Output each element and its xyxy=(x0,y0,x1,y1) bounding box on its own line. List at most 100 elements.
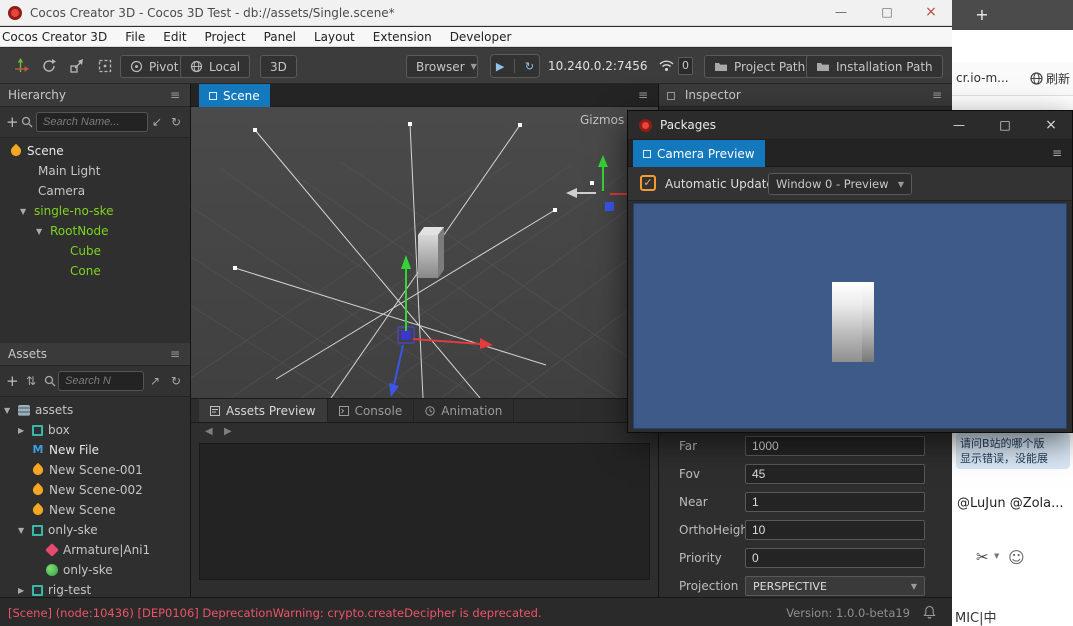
rect-tool-button[interactable] xyxy=(92,54,117,78)
hierarchy-menu-icon[interactable]: ≡ xyxy=(170,84,180,106)
window-select-value: Window 0 - Preview xyxy=(776,177,889,191)
folder-icon xyxy=(715,63,727,71)
refresh-link[interactable]: 刷新 xyxy=(1030,70,1070,87)
expander-icon[interactable]: ▼ xyxy=(18,526,32,535)
asset-item-new-file[interactable]: New File xyxy=(0,440,190,460)
fov-input[interactable] xyxy=(745,464,925,484)
assets-menu-icon[interactable]: ≡ xyxy=(170,343,180,365)
hierarchy-item-cone[interactable]: Cone xyxy=(0,261,190,281)
chat-message: 请问B站的哪个版 显示错误，没能展 xyxy=(956,433,1070,469)
new-tab-button[interactable]: + xyxy=(970,3,994,27)
refresh-icon[interactable]: ↻ xyxy=(171,114,181,130)
refresh-icon[interactable]: ↻ xyxy=(171,373,181,389)
scene-tab-label: Scene xyxy=(223,88,260,103)
pivot-button[interactable]: Pivot xyxy=(120,55,189,78)
minimize-button[interactable]: — xyxy=(826,0,856,25)
asset-item-new-scene-001[interactable]: New Scene-001 xyxy=(0,460,190,480)
asset-item-only-ske-prefab[interactable]: only-ske xyxy=(0,560,190,580)
camera-properties: Far Fov Near OrthoHeight Priority xyxy=(659,432,952,597)
asset-item-new-scene-002[interactable]: New Scene-002 xyxy=(0,480,190,500)
emoji-icon[interactable]: ☺ xyxy=(1008,548,1025,567)
inspector-menu-icon[interactable]: ≡ xyxy=(932,84,942,106)
mentions-text[interactable]: @LuJun @Zola... xyxy=(957,496,1072,511)
asset-item-assets-root[interactable]: ▼ assets xyxy=(0,400,190,420)
priority-input[interactable] xyxy=(745,548,925,568)
add-node-button[interactable]: + xyxy=(6,113,19,131)
packages-minimize-button[interactable]: — xyxy=(944,111,974,140)
packages-close-button[interactable]: × xyxy=(1036,111,1066,140)
reload-icon[interactable]: ↻ xyxy=(525,60,534,73)
asset-item-rig-test[interactable]: ▶ rig-test xyxy=(0,580,190,597)
asset-label: New Scene-002 xyxy=(49,483,143,497)
scissors-icon[interactable]: ✂ xyxy=(976,548,989,566)
field-orthoheight: OrthoHeight xyxy=(659,516,952,544)
notification-bell-icon[interactable] xyxy=(923,605,936,619)
project-path-button[interactable]: Project Path xyxy=(704,55,816,78)
tab-camera-preview[interactable]: Camera Preview xyxy=(633,140,765,167)
sort-icon[interactable]: ⇅ xyxy=(26,373,36,389)
hierarchy-item-rootnode[interactable]: ▼ RootNode xyxy=(0,221,190,241)
far-input[interactable] xyxy=(745,436,925,456)
tab-scene[interactable]: Scene xyxy=(199,84,270,107)
window-select-dropdown[interactable]: Window 0 - Preview ▼ xyxy=(768,173,912,195)
packages-maximize-button[interactable]: □ xyxy=(990,111,1020,140)
next-arrow-icon[interactable]: ▶ xyxy=(224,426,232,437)
packages-titlebar[interactable]: Packages — □ × xyxy=(628,111,1072,140)
hierarchy-item-cube[interactable]: Cube xyxy=(0,241,190,261)
hierarchy-search-input[interactable] xyxy=(36,112,148,132)
hierarchy-item-scene[interactable]: Scene xyxy=(0,141,190,161)
menu-file[interactable]: File xyxy=(116,30,154,44)
menu-panel[interactable]: Panel xyxy=(255,30,305,44)
collapse-all-icon[interactable]: ↙ xyxy=(152,114,162,130)
browser-dropdown[interactable]: Browser ▼ xyxy=(406,55,478,78)
hierarchy-item-main-light[interactable]: Main Light xyxy=(0,161,190,181)
expander-icon[interactable]: ▶ xyxy=(18,586,32,595)
mesh-icon xyxy=(32,524,43,536)
scene-3d-canvas[interactable] xyxy=(191,107,658,398)
installation-path-button[interactable]: Installation Path xyxy=(806,55,943,78)
hierarchy-item-single-no-ske[interactable]: ▼ single-no-ske xyxy=(0,201,190,221)
menu-developer[interactable]: Developer xyxy=(441,30,521,44)
menu-project[interactable]: Project xyxy=(196,30,255,44)
asset-item-new-scene[interactable]: New Scene xyxy=(0,500,190,520)
scale-tool-button[interactable] xyxy=(64,54,89,78)
menu-extension[interactable]: Extension xyxy=(364,30,441,44)
menu-cocos-creator[interactable]: Cocos Creator 3D xyxy=(0,30,116,44)
projection-select[interactable]: PERSPECTIVE ▼ xyxy=(745,576,925,596)
hierarchy-header: Hierarchy ≡ xyxy=(0,84,190,107)
expander-icon[interactable]: ▶ xyxy=(18,426,32,435)
inspector-icon xyxy=(667,91,675,100)
expand-all-icon[interactable]: ↗ xyxy=(150,373,160,389)
mode-3d-button[interactable]: 3D xyxy=(260,55,297,78)
prev-arrow-icon[interactable]: ◀ xyxy=(205,426,213,437)
assets-search-input[interactable] xyxy=(58,371,144,391)
play-icon[interactable]: ▶ xyxy=(496,60,504,73)
packages-menu-icon[interactable]: ≡ xyxy=(1052,140,1062,167)
asset-item-armature-ani1[interactable]: Armature|Ani1 xyxy=(0,540,190,560)
menu-edit[interactable]: Edit xyxy=(154,30,195,44)
expander-icon[interactable]: ▼ xyxy=(36,227,50,236)
tab-assets-preview[interactable]: Assets Preview xyxy=(199,399,328,422)
auto-updates-checkbox[interactable]: ✓ xyxy=(640,175,656,191)
move-tool-button[interactable] xyxy=(8,54,33,78)
asset-item-box[interactable]: ▶ box xyxy=(0,420,190,440)
hierarchy-item-camera[interactable]: Camera xyxy=(0,181,190,201)
scissors-caret-icon[interactable]: ▼ xyxy=(994,552,999,560)
orthoheight-input[interactable] xyxy=(745,520,925,540)
local-button[interactable]: Local xyxy=(180,55,251,78)
near-input[interactable] xyxy=(745,492,925,512)
expander-icon[interactable]: ▼ xyxy=(20,207,34,216)
menu-layout[interactable]: Layout xyxy=(305,30,364,44)
close-button[interactable]: × xyxy=(916,0,946,25)
scene-menu-icon[interactable]: ≡ xyxy=(638,84,648,106)
add-asset-button[interactable]: + xyxy=(6,372,19,390)
tab-animation[interactable]: Animation xyxy=(414,399,515,422)
expander-icon[interactable]: ▼ xyxy=(4,406,18,415)
connection-count-badge: 0 xyxy=(678,57,693,75)
play-button-group[interactable]: ▶ ↻ xyxy=(490,54,540,78)
rotate-tool-button[interactable] xyxy=(36,54,61,78)
maximize-button[interactable]: □ xyxy=(872,0,902,25)
asset-item-only-ske[interactable]: ▼ only-ske xyxy=(0,520,190,540)
tab-console[interactable]: Console xyxy=(328,399,415,422)
scene-viewport[interactable]: Gizmos ▼ xyxy=(191,107,658,398)
